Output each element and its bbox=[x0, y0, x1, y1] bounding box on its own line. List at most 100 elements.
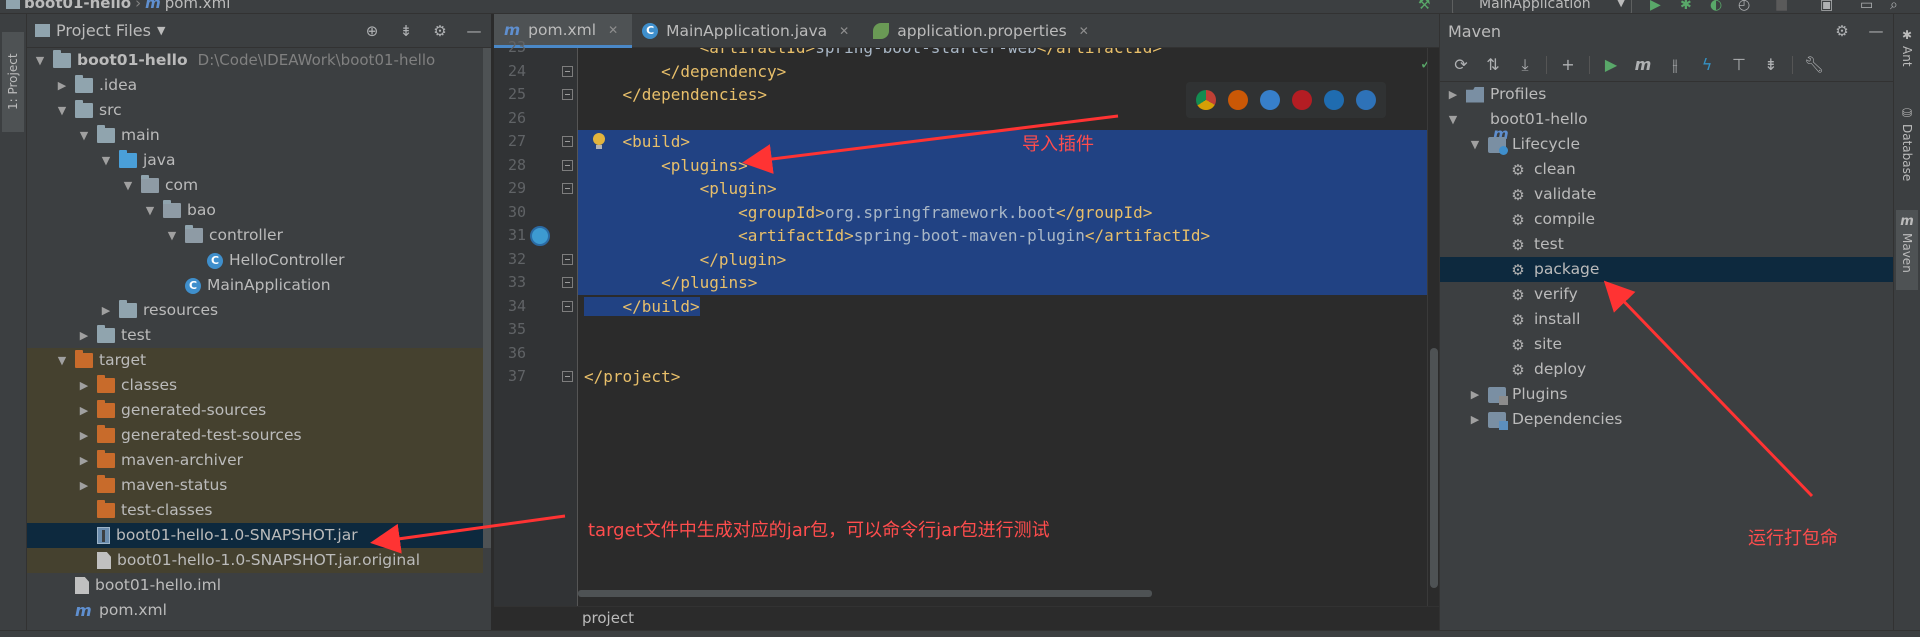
tree-item[interactable]: ▶ generated-test-sources bbox=[27, 423, 491, 448]
safari-icon[interactable] bbox=[1260, 90, 1280, 110]
reimport-icon[interactable]: ⟳ bbox=[1450, 54, 1472, 76]
maven-tree-item[interactable]: ▶ Plugins bbox=[1440, 382, 1893, 407]
maven-tree-item[interactable]: ▶ Profiles bbox=[1440, 82, 1893, 107]
add-icon[interactable]: + bbox=[1557, 54, 1579, 76]
expand-right-icon[interactable]: ▶ bbox=[77, 473, 91, 498]
maven-tree-item[interactable]: ▶⚙verify bbox=[1440, 282, 1893, 307]
tree-item[interactable]: ▶ maven-status bbox=[27, 473, 491, 498]
tree-item[interactable]: ▼ controller bbox=[27, 223, 491, 248]
build-hammer-icon[interactable]: ⚒ bbox=[1418, 0, 1434, 13]
gear-icon[interactable]: ⚙ bbox=[1833, 22, 1851, 40]
code-line[interactable]: </project> bbox=[578, 365, 1429, 389]
editor-tab[interactable]: application.properties ✕ bbox=[863, 14, 1103, 48]
maven-tree-item[interactable]: ▼ m boot01-hello bbox=[1440, 107, 1893, 142]
tree-item[interactable]: ▼ java bbox=[27, 148, 491, 173]
fold-marker-icon[interactable] bbox=[562, 89, 573, 100]
layout-icon[interactable]: ▭ bbox=[1860, 0, 1876, 13]
wrench-icon[interactable]: 🔧︎ bbox=[1803, 54, 1825, 76]
expand-right-icon[interactable]: ▶ bbox=[1468, 407, 1482, 432]
tree-item[interactable]: ▶ classes bbox=[27, 373, 491, 398]
project-structure-icon[interactable]: ▣ bbox=[1820, 0, 1836, 13]
fold-marker-icon[interactable] bbox=[562, 371, 573, 382]
expand-down-icon[interactable]: ▼ bbox=[143, 198, 157, 223]
code-line[interactable]: <build> bbox=[578, 130, 1429, 154]
ie-icon[interactable] bbox=[1324, 90, 1344, 110]
tree-item[interactable]: ▶CHelloController bbox=[27, 248, 491, 273]
fold-marker-icon[interactable] bbox=[562, 253, 573, 265]
breadcrumb-project[interactable]: boot01-hello bbox=[24, 0, 131, 12]
maven-tree[interactable]: ▶ Profiles ▼mboot01-hello▼ Lifecycle ▶ ⚙ clean… bbox=[1440, 82, 1893, 432]
tree-item[interactable]: ▼ target bbox=[27, 348, 491, 373]
maven-tree-item[interactable]: ▶⚙package bbox=[1440, 257, 1893, 282]
skip-tests-icon[interactable]: ϟ bbox=[1696, 54, 1718, 76]
ant-tool-tab[interactable]: ✱ Ant bbox=[1896, 24, 1918, 94]
tree-item[interactable]: ▶CMainApplication bbox=[27, 273, 491, 298]
editor-tab[interactable]: C MainApplication.java ✕ bbox=[632, 14, 863, 48]
expand-down-icon[interactable]: ▼ bbox=[55, 348, 69, 373]
opera-icon[interactable] bbox=[1292, 90, 1312, 110]
maven-tree-item[interactable]: ▶ Dependencies bbox=[1440, 407, 1893, 432]
tree-item[interactable]: ▶ test bbox=[27, 323, 491, 348]
fold-marker-icon[interactable] bbox=[562, 183, 573, 194]
run-icon[interactable]: ▶ bbox=[1650, 0, 1666, 13]
database-tool-tab[interactable]: ⛁ Database bbox=[1896, 102, 1918, 202]
code-line[interactable] bbox=[578, 342, 1429, 366]
stop-icon[interactable]: ■ bbox=[1775, 0, 1791, 13]
code-line[interactable]: <plugin> bbox=[578, 177, 1429, 201]
code-line[interactable] bbox=[578, 318, 1429, 342]
tree-item[interactable]: ▼ src bbox=[27, 98, 491, 123]
maven-tree-item[interactable]: ▶⚙site bbox=[1440, 332, 1893, 357]
gear-icon[interactable]: ⚙ bbox=[431, 22, 449, 40]
expand-right-icon[interactable]: ▶ bbox=[77, 323, 91, 348]
code-line[interactable]: </plugins> bbox=[578, 271, 1429, 295]
maven-tree-item[interactable]: ▶⚙compile bbox=[1440, 207, 1893, 232]
coverage-icon[interactable]: ◐ bbox=[1710, 0, 1726, 13]
expand-right-icon[interactable]: ▶ bbox=[77, 398, 91, 423]
tree-item[interactable]: ▶boot01-hello.iml bbox=[27, 573, 491, 598]
search-icon[interactable]: ⌕ bbox=[1890, 0, 1906, 13]
tree-item[interactable]: ▶test-classes bbox=[27, 498, 491, 523]
code-line[interactable]: <plugins> bbox=[578, 153, 1429, 177]
project-tree[interactable]: ▼ boot01-hello D:\Code\IDEAWork\boot01-hel… bbox=[27, 48, 491, 623]
expand-right-icon[interactable]: ▶ bbox=[1446, 82, 1460, 107]
maven-tool-tab[interactable]: m Maven bbox=[1896, 210, 1918, 290]
code-line[interactable]: </build> bbox=[578, 295, 1429, 319]
editor-horizontal-scrollbar[interactable] bbox=[578, 588, 1427, 598]
intention-bulb-icon[interactable] bbox=[592, 133, 606, 151]
close-icon[interactable]: ✕ bbox=[1079, 24, 1089, 38]
tree-item[interactable]: ▶ .idea bbox=[27, 73, 491, 98]
scrollbar-thumb[interactable] bbox=[1430, 348, 1438, 588]
collapse-all-icon[interactable]: ⇟ bbox=[397, 22, 415, 40]
execute-goal-icon[interactable]: m bbox=[1632, 54, 1654, 76]
fold-marker-icon[interactable] bbox=[562, 277, 573, 288]
download-icon[interactable]: ⤓ bbox=[1514, 54, 1536, 76]
hide-icon[interactable]: — bbox=[1867, 22, 1885, 40]
collapse-all-icon[interactable]: ⇟ bbox=[1760, 54, 1782, 76]
chrome-icon[interactable] bbox=[1196, 90, 1216, 110]
run-icon[interactable]: ▶ bbox=[1600, 54, 1622, 76]
tree-item[interactable]: ▶boot01-hello-1.0-SNAPSHOT.jar.original bbox=[27, 548, 491, 573]
locate-icon[interactable]: ⊕ bbox=[363, 22, 381, 40]
editor-gutter[interactable]: 23 24 25 26 27 28 29 30 31 32 33 34 35 36 37 bbox=[494, 38, 578, 606]
tree-item[interactable]: ▶mpom.xml bbox=[27, 598, 491, 623]
fold-marker-icon[interactable] bbox=[562, 159, 573, 171]
run-configuration-select[interactable]: MainApplication ▼ bbox=[1452, 0, 1632, 13]
expand-right-icon[interactable]: ▶ bbox=[77, 423, 91, 448]
maven-tree-item[interactable]: ▶⚙clean bbox=[1440, 157, 1893, 182]
hide-icon[interactable]: — bbox=[465, 22, 483, 40]
fold-marker-icon[interactable] bbox=[562, 65, 573, 77]
profile-icon[interactable]: ◴ bbox=[1738, 0, 1754, 13]
maven-tree-item[interactable]: ▶⚙validate bbox=[1440, 182, 1893, 207]
code-line[interactable]: </dependency> bbox=[578, 60, 1429, 84]
debug-icon[interactable]: ✱ bbox=[1680, 0, 1696, 13]
expand-right-icon[interactable]: ▶ bbox=[77, 373, 91, 398]
expand-down-icon[interactable]: ▼ bbox=[99, 148, 113, 173]
tree-item[interactable]: ▶ generated-sources bbox=[27, 398, 491, 423]
tree-item[interactable]: ▼ boot01-hello D:\Code\IDEAWork\boot01-hel… bbox=[27, 48, 491, 73]
breadcrumb-file[interactable]: pom.xml bbox=[165, 0, 231, 12]
tree-item[interactable]: ▼ com bbox=[27, 173, 491, 198]
maven-tree-item[interactable]: ▶⚙install bbox=[1440, 307, 1893, 332]
close-icon[interactable]: ✕ bbox=[839, 24, 849, 38]
code-line[interactable]: </plugin> bbox=[578, 247, 1429, 271]
project-tool-tab[interactable]: 1: Project bbox=[2, 32, 24, 132]
